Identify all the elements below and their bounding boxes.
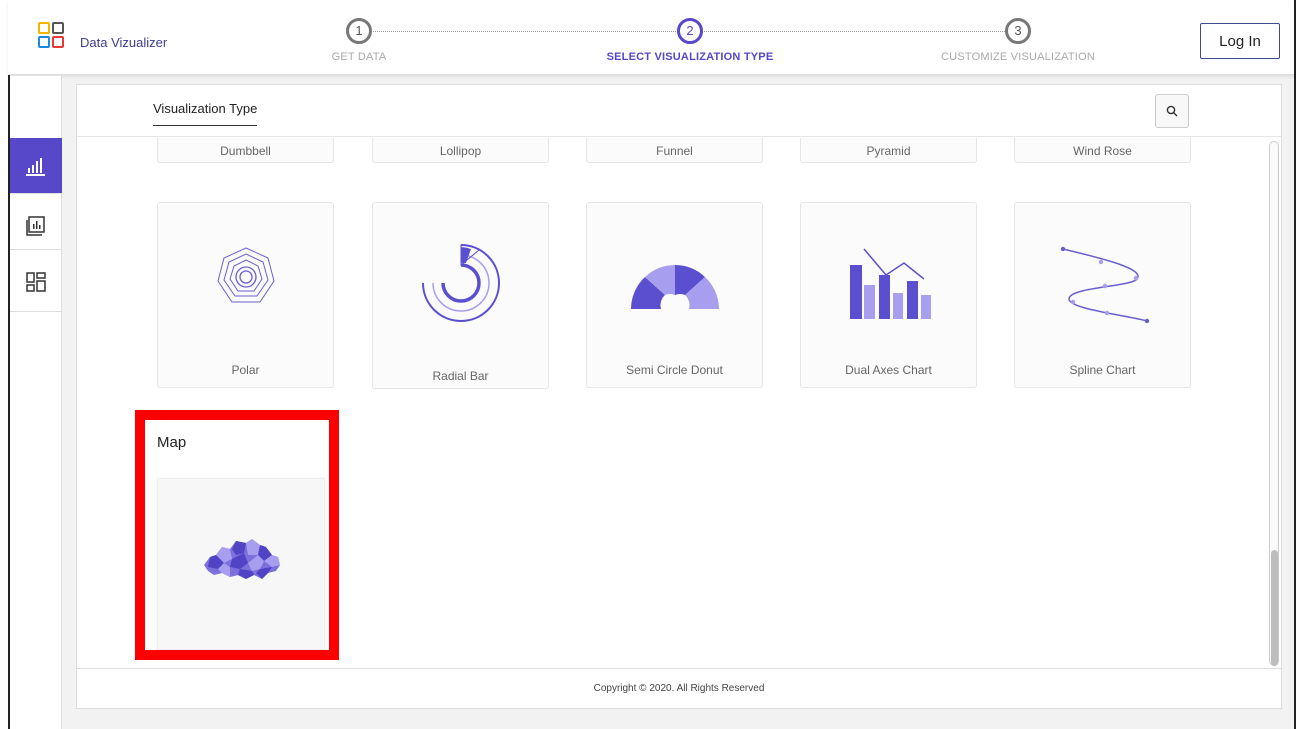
chart-card-radial-bar[interactable]: Radial Bar [372,202,549,389]
sidebar-item-reports[interactable] [10,202,62,250]
map-section-title: Map [157,434,187,451]
chart-card-dumbbell[interactable]: Dumbbell [157,138,334,163]
sidebar-item-charts[interactable] [10,138,62,194]
top-header: Data Vizualizer 1 GET DATA 2 SELECT VISU… [8,0,1294,75]
panel-header: Visualization Type [77,85,1281,137]
step-select-visualization-type[interactable]: 2 SELECT VISUALIZATION TYPE [600,18,780,63]
step-get-data[interactable]: 1 GET DATA [304,18,414,63]
chart-card-dual-axes-chart[interactable]: Dual Axes Chart [800,202,977,388]
sidebar-item-dashboards[interactable] [10,252,62,312]
chart-card-semi-circle-donut[interactable]: Semi Circle Donut [586,202,763,388]
chart-card-label: Lollipop [439,144,482,158]
chart-card-label: Dual Axes Chart [845,363,932,377]
chart-card-wind-rose[interactable]: Wind Rose [1014,138,1191,163]
login-button[interactable]: Log In [1200,23,1280,59]
radial-bar-icon [421,244,500,322]
chart-card-label: Radial Bar [432,369,489,383]
chart-card-label: Funnel [656,144,693,158]
map-icon [204,539,280,579]
polar-chart-icon [216,247,275,303]
chart-card-map[interactable] [157,478,325,650]
chart-card-spline-chart[interactable]: Spline Chart [1014,202,1191,388]
spline-chart-icon [1060,246,1149,324]
chart-card-label: Polar [231,363,260,377]
chart-card-polar[interactable]: Polar [157,202,334,388]
step-number: 1 [346,18,372,44]
chart-card-label: Semi Circle Donut [626,363,723,377]
app-title: Data Vizualizer [80,35,168,50]
chart-card-lollipop[interactable]: Lollipop [372,138,549,163]
step-label: CUSTOMIZE VISUALIZATION [941,51,1095,63]
chart-card-label: Wind Rose [1073,144,1132,158]
bar-chart-icon [26,157,45,176]
footer: Copyright © 2020. All Rights Reserved [77,668,1281,709]
left-sidebar [10,76,62,729]
report-icon [26,215,45,236]
search-icon [1166,105,1178,117]
step-customize-visualization[interactable]: 3 CUSTOMIZE VISUALIZATION [928,18,1108,63]
step-label: GET DATA [331,51,387,63]
tab-visualization-type[interactable]: Visualization Type [153,101,258,126]
app-logo-icon [38,22,68,52]
vertical-scrollbar-thumb[interactable] [1271,550,1278,666]
chart-card-label: Spline Chart [1069,363,1136,377]
dual-axes-chart-icon [849,248,931,319]
chart-card-label: Dumbbell [220,144,271,158]
step-number: 2 [677,18,703,44]
semi-circle-donut-icon [630,265,719,309]
step-number: 3 [1005,18,1031,44]
chart-card-pyramid[interactable]: Pyramid [800,138,977,163]
search-button[interactable] [1155,94,1189,128]
step-label: SELECT VISUALIZATION TYPE [606,51,774,63]
chart-card-funnel[interactable]: Funnel [586,138,763,163]
dashboard-icon [26,271,46,292]
chart-card-label: Pyramid [866,144,911,158]
